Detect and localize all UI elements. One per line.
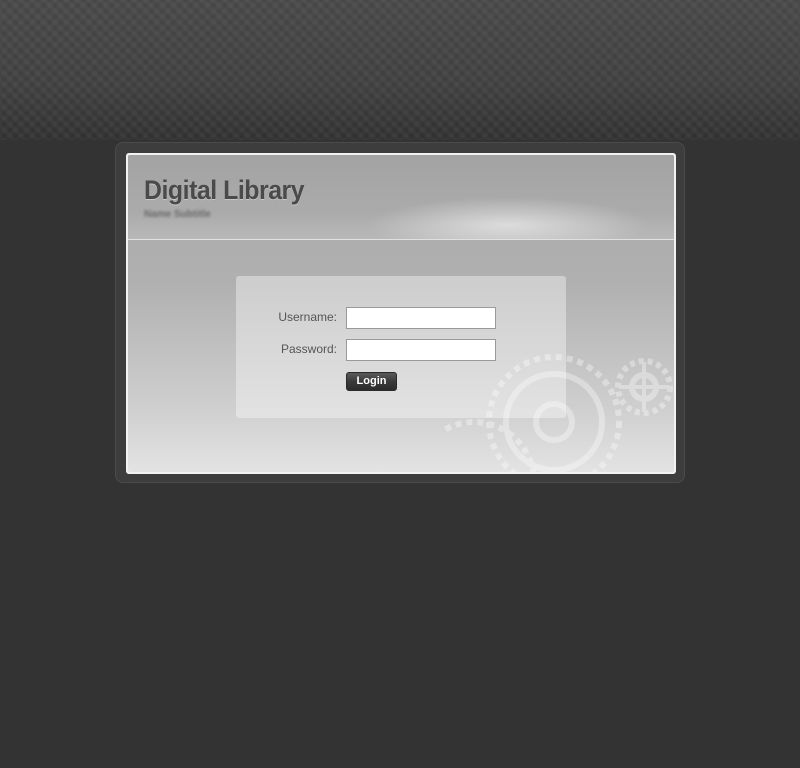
background-pattern bbox=[0, 0, 800, 140]
password-input[interactable] bbox=[346, 339, 496, 361]
login-panel: Digital Library Name Subtitle Username: bbox=[126, 153, 676, 474]
page-title: Digital Library bbox=[144, 175, 305, 205]
login-panel-body: Digital Library Name Subtitle Username: bbox=[128, 155, 674, 472]
page-subtitle: Name Subtitle bbox=[144, 209, 211, 220]
login-form: Username: Password: Login bbox=[236, 276, 566, 418]
username-row: Username: bbox=[236, 307, 566, 329]
password-label: Password: bbox=[280, 342, 337, 356]
password-row: Password: bbox=[236, 339, 566, 361]
login-button[interactable]: Login bbox=[346, 372, 397, 391]
username-label: Username: bbox=[278, 310, 337, 324]
panel-header: Digital Library Name Subtitle bbox=[128, 155, 674, 240]
username-input[interactable] bbox=[346, 307, 496, 329]
